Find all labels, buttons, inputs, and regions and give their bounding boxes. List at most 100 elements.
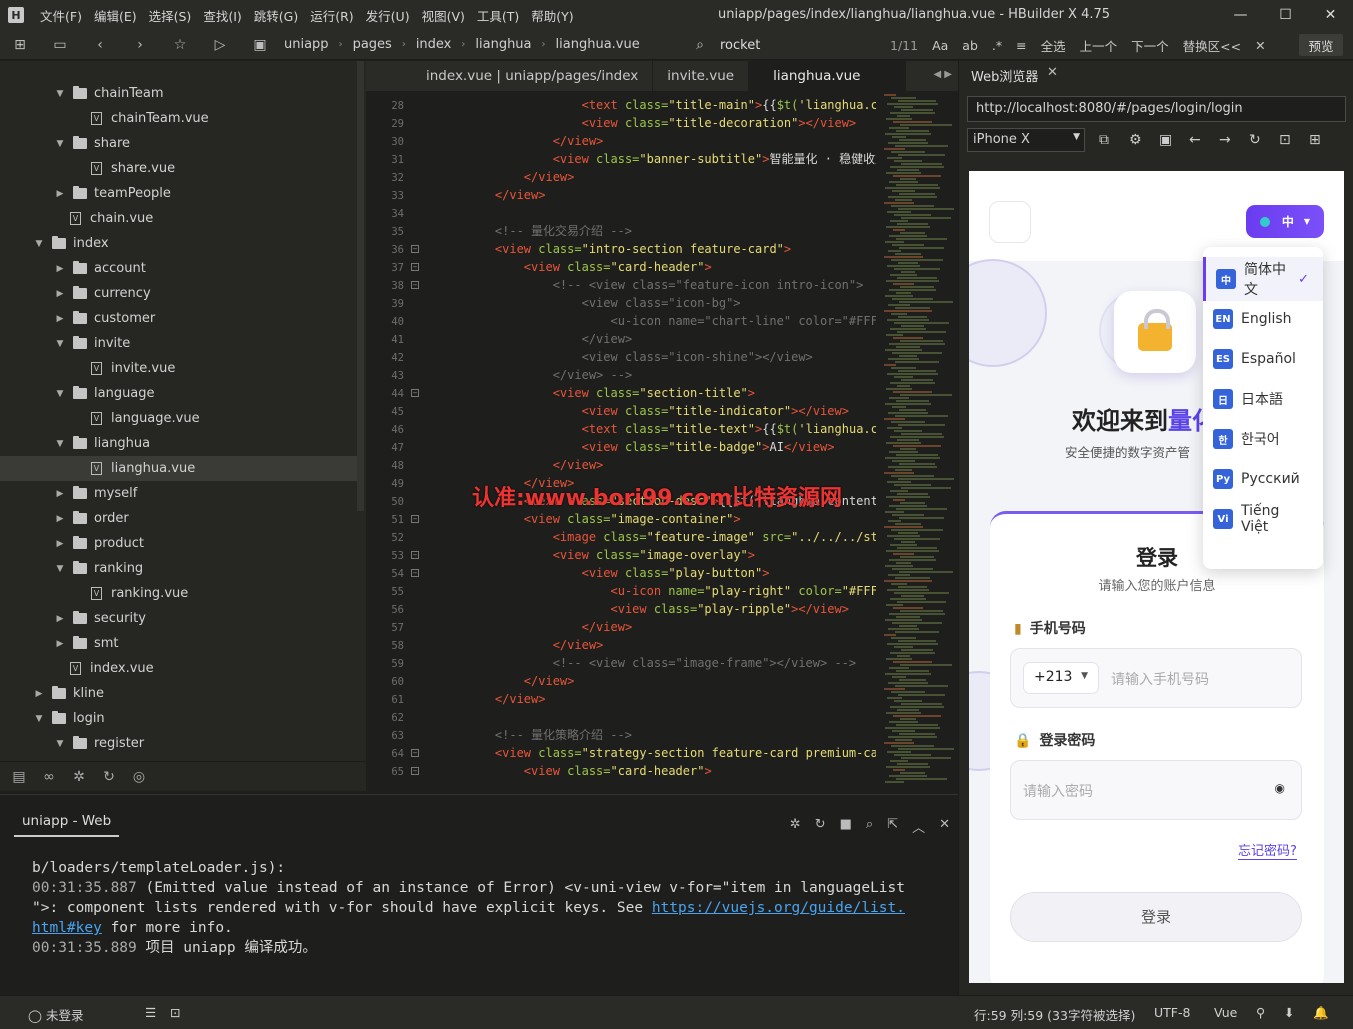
forgot-password-link[interactable]: 忘记密码? [1238,840,1297,860]
next-match-button[interactable]: 下一个 [1131,36,1169,55]
menu-item[interactable]: 帮助(Y) [525,6,579,25]
reload-icon[interactable]: ↻ [1249,132,1279,148]
preview-button[interactable]: 预览 [1299,34,1343,56]
tree-file[interactable]: Vlianghua.vue [0,456,357,481]
editor-tab[interactable]: index.vue | uniapp/pages/index [366,61,654,91]
chevron-down-icon[interactable]: ▼ [32,714,46,724]
menu-item[interactable]: 工具(T) [471,6,525,25]
tree-folder[interactable]: ▼ login [0,706,357,731]
maximize-icon[interactable]: ☐ [1263,0,1308,30]
menu-item[interactable]: 文件(F) [34,6,88,25]
restart-icon[interactable]: ↻ [815,817,826,836]
collapse-icon[interactable]: ︿ [912,817,925,836]
phone-input[interactable]: 请输入手机号码 [1111,669,1209,689]
language-option[interactable]: 한 한국어 [1203,419,1323,459]
menu-lines-icon[interactable]: ≡ [1016,38,1026,53]
tree-folder[interactable]: ▼ chainTeam [0,81,357,106]
tree-folder[interactable]: ▶ account [0,256,357,281]
explorer-scrollbar[interactable] [357,61,364,511]
globe-icon[interactable]: ◎ [128,769,150,785]
phone-field[interactable]: +213 ▼ 请输入手机号码 [1010,648,1302,708]
chevron-right-icon[interactable]: ▶ [53,189,67,199]
menu-item[interactable]: 选择(S) [143,6,198,25]
replace-toggle-button[interactable]: 替换区<< [1183,36,1241,55]
editor-tab[interactable]: invite.vue [653,61,750,91]
url-input[interactable]: http://localhost:8080/#/pages/login/logi… [967,96,1346,122]
fold-toggle-icon[interactable]: − [411,281,419,289]
menu-item[interactable]: 发行(U) [360,6,416,25]
code-editor[interactable]: 28 <text class="title-main">{{$t('liangh… [366,91,958,794]
chevron-down-icon[interactable]: ▼ [53,739,67,749]
chevron-right-icon[interactable]: ▶ [32,689,46,699]
tree-folder[interactable]: ▶ smt [0,631,357,656]
editor-tab[interactable]: lianghua.vue [749,61,906,91]
binoculars-icon[interactable]: ∞ [38,769,60,785]
explorer-icon[interactable]: ▤ [8,769,30,785]
tree-folder[interactable]: ▼ language [0,381,357,406]
tree-folder[interactable]: ▶ teamPeople [0,181,357,206]
download-icon[interactable]: ⬇ [1284,1005,1294,1020]
lock-icon[interactable]: ⊡ [1279,132,1309,148]
language-option[interactable]: Py Русский [1203,459,1323,499]
search-icon[interactable]: ⚲ [1256,1005,1265,1020]
regex-toggle-icon[interactable]: .* [992,38,1002,53]
chevron-right-icon[interactable]: ▶ [53,264,67,274]
chevron-right-icon[interactable]: ▶ [53,289,67,299]
chevron-down-icon[interactable]: ▼ [53,339,67,349]
fold-toggle-icon[interactable]: − [411,245,419,253]
close-browser-icon[interactable]: ✕ [1047,65,1058,80]
bell-icon[interactable]: 🔔 [1313,1005,1329,1021]
chevron-down-icon[interactable]: ▼ [32,239,46,249]
language-option[interactable]: 日日本語 [1203,379,1323,419]
tree-folder[interactable]: ▶ order [0,506,357,531]
filter-icon[interactable]: ⌕ [866,817,873,836]
tree-folder[interactable]: ▶ currency [0,281,357,306]
stop-icon[interactable]: ■ [840,817,852,836]
refresh-icon[interactable]: ↻ [98,769,120,785]
clear-icon[interactable]: ✕ [939,817,950,836]
chevron-right-icon[interactable]: ▶ [53,514,67,524]
tree-file[interactable]: Vinvite.vue [0,356,357,381]
find-input[interactable]: rocket [720,38,760,53]
word-toggle-icon[interactable]: ab [962,38,978,53]
settings-icon[interactable]: ⚙ [1129,132,1159,148]
new-file-icon[interactable]: ⊞ [9,37,31,53]
tree-file[interactable]: Vranking.vue [0,581,357,606]
device-select[interactable]: iPhone X ▼ [967,128,1085,152]
language-option[interactable]: EN English [1203,299,1323,339]
forward-arrow-icon[interactable]: → [1219,132,1249,148]
tree-folder[interactable]: ▶ security [0,606,357,631]
back-arrow-icon[interactable]: ← [1189,132,1219,148]
breadcrumb-item[interactable]: lianghua [475,37,531,52]
password-field[interactable]: 请输入密码 ◉ [1010,760,1302,820]
language-mode[interactable]: Vue [1214,1005,1237,1020]
tree-folder[interactable]: ▶ product [0,531,357,556]
menu-item[interactable]: 运行(R) [304,6,359,25]
chevron-right-icon[interactable]: ▶ [53,639,67,649]
tree-folder[interactable]: ▼ ranking [0,556,357,581]
cursor-position[interactable]: 行:59 列:59 (33字符被选择) [974,1005,1135,1024]
tree-folder[interactable]: ▼ index [0,231,357,256]
close-find-icon[interactable]: ✕ [1255,38,1265,53]
chevron-down-icon[interactable]: ▼ [53,439,67,449]
save-icon[interactable]: ▭ [49,37,71,53]
encoding[interactable]: UTF-8 [1154,1005,1190,1020]
run-icon[interactable]: ▷ [209,37,231,53]
tree-folder[interactable]: ▼ register [0,731,357,756]
tree-folder[interactable]: ▶ myself [0,481,357,506]
tree-folder[interactable]: ▼ invite [0,331,357,356]
prev-match-button[interactable]: 上一个 [1080,36,1118,55]
tab-nav-arrows-icon[interactable]: ◀ ▶ [933,69,952,80]
eye-icon[interactable]: ◉ [1275,781,1285,795]
menu-item[interactable]: 跳转(G) [248,6,304,25]
case-toggle-icon[interactable]: Aa [932,38,948,53]
chevron-right-icon[interactable]: ▶ [53,539,67,549]
tree-file[interactable]: VchainTeam.vue [0,106,357,131]
language-option[interactable]: ES Español [1203,339,1323,379]
chevron-down-icon[interactable]: ▼ [53,389,67,399]
fold-toggle-icon[interactable]: − [411,767,419,775]
breadcrumb-item[interactable]: pages [353,37,392,52]
chevron-down-icon[interactable]: ▼ [53,564,67,574]
grid-icon[interactable]: ⊞ [1309,132,1339,148]
terminal-icon[interactable]: ⊡ [170,1005,180,1020]
